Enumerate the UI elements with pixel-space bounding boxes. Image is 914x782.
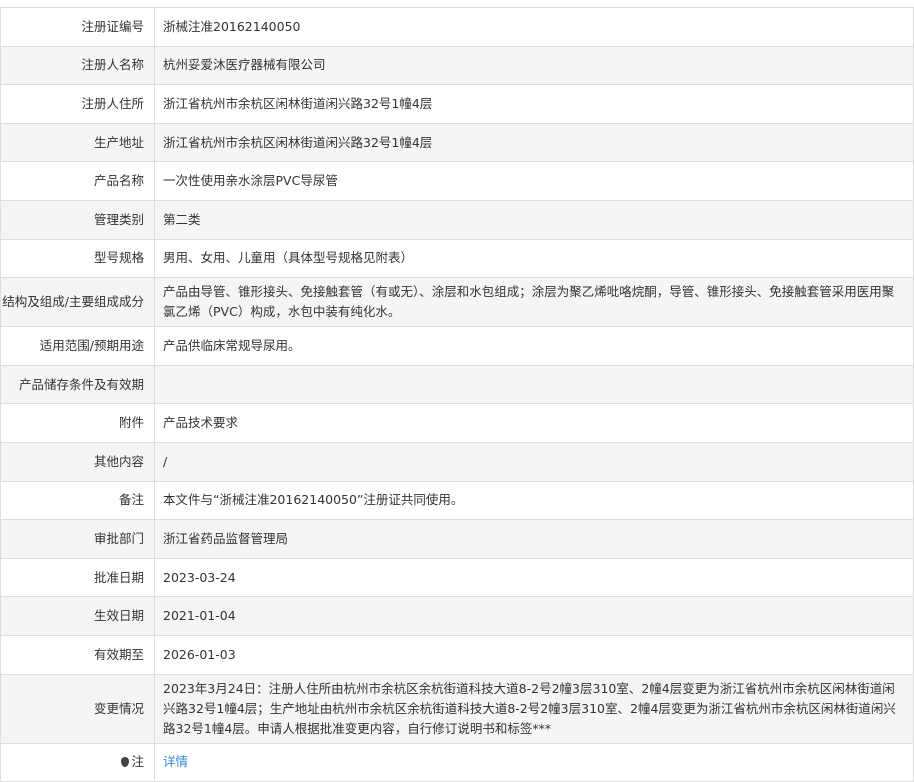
field-value: 产品由导管、锥形接头、免接触套管（有或无）、涂层和水包组成；涂层为聚乙烯吡咯烷酮… xyxy=(154,277,914,328)
label-text: 注册人名称 xyxy=(81,57,144,73)
table-row: 结构及组成/主要组成成分 产品由导管、锥形接头、免接触套管（有或无）、涂层和水包组… xyxy=(0,277,914,328)
label-text: 注册证编号 xyxy=(81,18,144,34)
field-value: 本文件与“浙械注准20162140050”注册证共同使用。 xyxy=(154,480,914,521)
field-value: 2023年3月24日：注册人住所由杭州市余杭区余杭街道科技大道8-2号2幢3层3… xyxy=(154,673,914,744)
table-row: 备注 本文件与“浙械注准20162140050”注册证共同使用。 xyxy=(0,480,914,521)
label-text: 生产地址 xyxy=(93,134,144,150)
table-row: 生效日期 2021-01-04 xyxy=(0,596,914,636)
field-label: 注册人名称 xyxy=(0,45,155,86)
field-label: 批准日期 xyxy=(0,557,155,598)
label-text: 批准日期 xyxy=(93,569,144,585)
note-label: 注 xyxy=(0,742,155,782)
field-value: 产品供临床常规导尿用。 xyxy=(154,326,914,366)
field-label: 审批部门 xyxy=(0,519,155,559)
table-row: 适用范围/预期用途 产品供临床常规导尿用。 xyxy=(0,326,914,366)
label-text: 管理类别 xyxy=(93,211,144,227)
field-label: 有效期至 xyxy=(0,634,155,675)
field-value: 男用、女用、儿童用（具体型号规格见附表） xyxy=(154,238,914,279)
label-text: 产品名称 xyxy=(93,173,144,189)
table-row: 注册人住所 浙江省杭州市余杭区闲林街道闲兴路32号1幢4层 xyxy=(0,84,914,124)
label-text: 注册人住所 xyxy=(81,95,144,111)
field-value: 浙械注准20162140050 xyxy=(154,7,914,47)
label-text: 产品储存条件及有效期 xyxy=(18,376,144,392)
field-label: 适用范围/预期用途 xyxy=(0,326,155,366)
field-value: 浙江省杭州市余杭区闲林街道闲兴路32号1幢4层 xyxy=(154,122,914,163)
field-label: 生产地址 xyxy=(0,122,155,163)
table-row: 注册人名称 杭州妥爱沐医疗器械有限公司 xyxy=(0,45,914,86)
table-row: 生产地址 浙江省杭州市余杭区闲林街道闲兴路32号1幢4层 xyxy=(0,122,914,163)
table-row: 有效期至 2026-01-03 xyxy=(0,634,914,675)
pin-icon xyxy=(121,757,130,768)
field-value: 第二类 xyxy=(154,199,914,240)
label-text: 变更情况 xyxy=(93,700,144,716)
table-row: 附件 产品技术要求 xyxy=(0,403,914,443)
field-value: 产品技术要求 xyxy=(154,403,914,443)
field-value: 2023-03-24 xyxy=(154,557,914,598)
field-label: 结构及组成/主要组成成分 xyxy=(0,277,155,328)
label-text: 审批部门 xyxy=(93,530,144,546)
field-value: 2021-01-04 xyxy=(154,596,914,636)
field-label: 产品名称 xyxy=(0,161,155,201)
field-label: 生效日期 xyxy=(0,596,155,636)
field-label: 变更情况 xyxy=(0,673,155,744)
label-text: 附件 xyxy=(118,415,144,431)
field-label: 其他内容 xyxy=(0,441,155,482)
field-label: 附件 xyxy=(0,403,155,443)
field-value: 浙江省药品监督管理局 xyxy=(154,519,914,559)
field-label: 型号规格 xyxy=(0,238,155,279)
field-value: 2026-01-03 xyxy=(154,634,914,675)
field-value: 一次性使用亲水涂层PVC导尿管 xyxy=(154,161,914,201)
label-text: 有效期至 xyxy=(93,646,144,662)
field-value: / xyxy=(154,441,914,482)
label-text: 适用范围/预期用途 xyxy=(39,337,144,353)
note-cell: 详情 xyxy=(154,742,914,782)
field-value: 浙江省杭州市余杭区闲林街道闲兴路32号1幢4层 xyxy=(154,84,914,124)
registration-detail: 注册证编号 浙械注准20162140050 注册人名称 杭州妥爱沐医疗器械有限公司 注册… xyxy=(0,7,914,782)
table-row: 其他内容 / xyxy=(0,441,914,482)
details-link[interactable]: 详情 xyxy=(163,754,188,769)
label-text: 生效日期 xyxy=(93,608,144,624)
table-row: 变更情况 2023年3月24日：注册人住所由杭州市余杭区余杭街道科技大道8-2号2… xyxy=(0,673,914,744)
table-row: 注册证编号 浙械注准20162140050 xyxy=(0,7,914,47)
label-text: 结构及组成/主要组成成分 xyxy=(2,294,144,310)
table-row: 管理类别 第二类 xyxy=(0,199,914,240)
field-label: 备注 xyxy=(0,480,155,521)
note-text: 注 xyxy=(131,754,144,770)
note-row: 注 详情 xyxy=(0,742,914,782)
table-row: 型号规格 男用、女用、儿童用（具体型号规格见附表） xyxy=(0,238,914,279)
table-row: 批准日期 2023-03-24 xyxy=(0,557,914,598)
field-value xyxy=(154,364,914,405)
label-text: 备注 xyxy=(118,492,144,508)
label-text: 型号规格 xyxy=(93,250,144,266)
field-label: 注册人住所 xyxy=(0,84,155,124)
detail-table: 注册证编号 浙械注准20162140050 注册人名称 杭州妥爱沐医疗器械有限公司 注册… xyxy=(0,7,914,782)
table-row: 审批部门 浙江省药品监督管理局 xyxy=(0,519,914,559)
field-value: 杭州妥爱沐医疗器械有限公司 xyxy=(154,45,914,86)
table-row: 产品储存条件及有效期 xyxy=(0,364,914,405)
label-text: 其他内容 xyxy=(93,453,144,469)
field-label: 管理类别 xyxy=(0,199,155,240)
field-label: 注册证编号 xyxy=(0,7,155,47)
table-row: 产品名称 一次性使用亲水涂层PVC导尿管 xyxy=(0,161,914,201)
field-label: 产品储存条件及有效期 xyxy=(0,364,155,405)
